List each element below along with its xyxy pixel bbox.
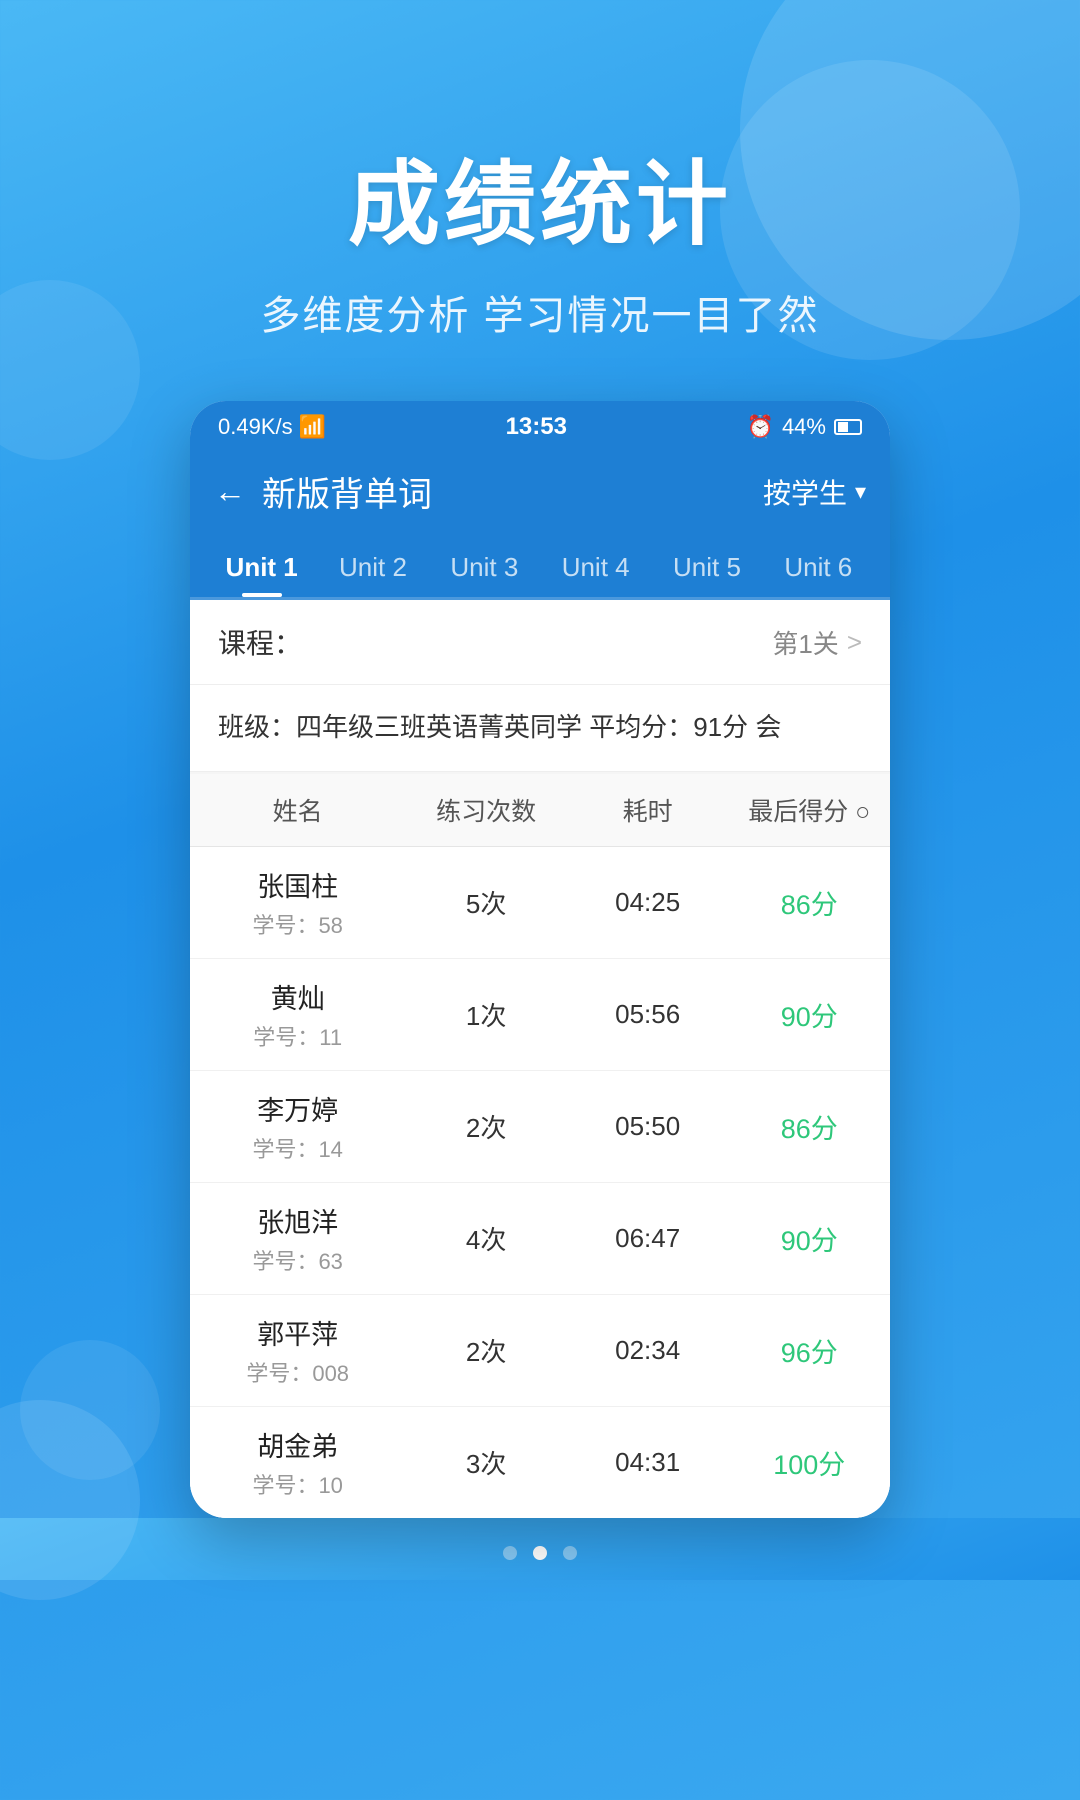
main-title: 成绩统计 <box>0 130 1080 263</box>
count-cell: 2次 <box>405 1108 567 1145</box>
back-button[interactable]: ← <box>214 473 246 510</box>
pagination-dots <box>0 1518 1080 1580</box>
student-cell: 张旭洋 学号：63 <box>190 1201 405 1276</box>
student-cell: 胡金弟 学号：10 <box>190 1425 405 1500</box>
student-cell: 郭平萍 学号：008 <box>190 1313 405 1388</box>
col-header-score: 最后得分 ○ <box>728 792 890 828</box>
class-info-text: 班级：四年级三班英语菁英同学 平均分：91分 <box>218 712 748 742</box>
time-cell: 02:34 <box>567 1335 729 1366</box>
app-bar-left: ← 新版背单词 <box>214 467 432 516</box>
count-cell: 3次 <box>405 1444 567 1481</box>
student-id: 学号：008 <box>190 1356 405 1388</box>
score-cell: 100分 <box>728 1443 890 1482</box>
tab-unit5[interactable]: Unit 5 <box>651 534 762 597</box>
time-cell: 05:56 <box>567 999 729 1030</box>
col-header-time: 耗时 <box>567 792 729 828</box>
dot-3[interactable] <box>563 1546 577 1560</box>
signal-text: 0.49K/s <box>218 414 293 440</box>
time-cell: 04:31 <box>567 1447 729 1478</box>
phone-container: 0.49K/s 📶 13:53 ⏰ 44% ← 新版背单词 按学生 ▾ <box>190 401 890 1518</box>
header-area: 成绩统计 多维度分析 学习情况一目了然 <box>0 0 1080 341</box>
status-time: 13:53 <box>506 413 567 441</box>
count-cell: 2次 <box>405 1332 567 1369</box>
sub-title: 多维度分析 学习情况一目了然 <box>0 283 1080 341</box>
time-cell: 06:47 <box>567 1223 729 1254</box>
time-cell: 04:25 <box>567 887 729 918</box>
score-cell: 90分 <box>728 995 890 1034</box>
student-name: 胡金弟 <box>190 1425 405 1464</box>
battery-icon <box>834 419 862 435</box>
tab-unit2[interactable]: Unit 2 <box>317 534 428 597</box>
tab-unit1[interactable]: Unit 1 <box>206 534 317 597</box>
table-row: 张旭洋 学号：63 4次 06:47 90分 <box>190 1183 890 1295</box>
student-cell: 黄灿 学号：11 <box>190 977 405 1052</box>
course-nav-text: 第1关 <box>772 624 838 661</box>
alarm-icon: ⏰ <box>747 414 774 440</box>
battery-fill <box>838 422 848 432</box>
time-cell: 05:50 <box>567 1111 729 1142</box>
score-cell: 90分 <box>728 1219 890 1258</box>
student-id: 学号：58 <box>190 908 405 940</box>
content-area: 课程： 第1关 > 班级：四年级三班英语菁英同学 平均分：91分 会 姓名 练习… <box>190 600 890 1518</box>
battery-pct: 44% <box>782 414 826 440</box>
tab-unit3[interactable]: Unit 3 <box>429 534 540 597</box>
wifi-icon: 📶 <box>299 414 326 440</box>
status-right: ⏰ 44% <box>747 414 862 440</box>
table-row: 李万婷 学号：14 2次 05:50 86分 <box>190 1071 890 1183</box>
student-id: 学号：10 <box>190 1468 405 1500</box>
class-info-extra: 会 <box>755 712 781 742</box>
dot-1[interactable] <box>503 1546 517 1560</box>
tab-unit6[interactable]: Unit 6 <box>763 534 874 597</box>
tab-bar: Unit 1 Unit 2 Unit 3 Unit 4 Unit 5 Unit … <box>190 534 890 600</box>
count-cell: 4次 <box>405 1220 567 1257</box>
student-name: 李万婷 <box>190 1089 405 1128</box>
student-id: 学号：14 <box>190 1132 405 1164</box>
table-row: 胡金弟 学号：10 3次 04:31 100分 <box>190 1407 890 1518</box>
count-cell: 1次 <box>405 996 567 1033</box>
table-row: 郭平萍 学号：008 2次 02:34 96分 <box>190 1295 890 1407</box>
table-header: 姓名 练习次数 耗时 最后得分 ○ <box>190 774 890 847</box>
bg-circle-4 <box>20 1340 160 1480</box>
student-name: 黄灿 <box>190 977 405 1016</box>
table-row: 黄灿 学号：11 1次 05:56 90分 <box>190 959 890 1071</box>
score-cell: 96分 <box>728 1331 890 1370</box>
student-id: 学号：63 <box>190 1244 405 1276</box>
score-cell: 86分 <box>728 1107 890 1146</box>
dot-2[interactable] <box>533 1546 547 1560</box>
student-name: 郭平萍 <box>190 1313 405 1352</box>
phone: 0.49K/s 📶 13:53 ⏰ 44% ← 新版背单词 按学生 ▾ <box>190 401 890 1518</box>
tab-unit4[interactable]: Unit 4 <box>540 534 651 597</box>
filter-label: 按学生 <box>763 472 847 512</box>
status-bar: 0.49K/s 📶 13:53 ⏰ 44% <box>190 401 890 449</box>
app-title: 新版背单词 <box>262 467 432 516</box>
student-cell: 张国柱 学号：58 <box>190 865 405 940</box>
course-label: 课程： <box>218 622 302 662</box>
course-row: 课程： 第1关 > <box>190 600 890 685</box>
col-header-count: 练习次数 <box>405 792 567 828</box>
app-bar-right[interactable]: 按学生 ▾ <box>763 472 866 512</box>
student-table: 姓名 练习次数 耗时 最后得分 ○ 张国柱 学号：58 5次 04:25 86分 <box>190 774 890 1518</box>
app-bar: ← 新版背单词 按学生 ▾ <box>190 449 890 534</box>
course-nav[interactable]: 第1关 > <box>772 624 862 661</box>
student-name: 张国柱 <box>190 865 405 904</box>
chevron-right-icon: > <box>847 627 862 658</box>
student-id: 学号：11 <box>190 1020 405 1052</box>
status-left: 0.49K/s 📶 <box>218 414 326 440</box>
student-cell: 李万婷 学号：14 <box>190 1089 405 1164</box>
table-row: 张国柱 学号：58 5次 04:25 86分 <box>190 847 890 959</box>
count-cell: 5次 <box>405 884 567 921</box>
col-header-name: 姓名 <box>190 792 405 828</box>
student-name: 张旭洋 <box>190 1201 405 1240</box>
score-cell: 86分 <box>728 883 890 922</box>
class-info: 班级：四年级三班英语菁英同学 平均分：91分 会 <box>190 685 890 772</box>
dropdown-icon: ▾ <box>855 479 866 505</box>
